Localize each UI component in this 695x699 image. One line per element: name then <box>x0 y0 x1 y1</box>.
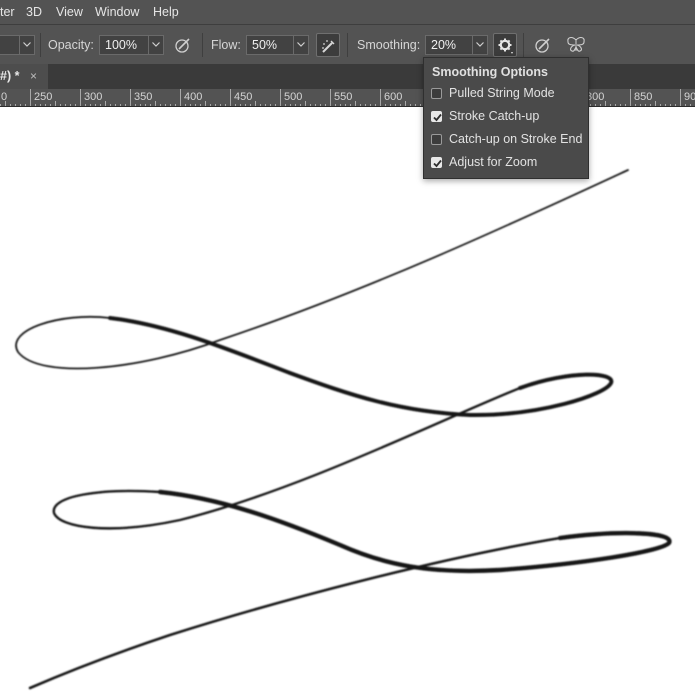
ruler-label: 600 <box>384 91 403 103</box>
close-icon[interactable]: × <box>30 69 37 83</box>
ruler-label: 250 <box>34 91 53 103</box>
menu-3d[interactable]: 3D <box>26 5 42 19</box>
document-tab-title: #) * <box>0 69 20 83</box>
option-pulled-string-mode[interactable]: Pulled String Mode <box>424 84 588 106</box>
checkbox[interactable] <box>431 111 442 122</box>
checkmark-icon <box>433 159 442 168</box>
smoothing-options-title: Smoothing Options <box>432 65 548 79</box>
ruler-label: 850 <box>634 91 653 103</box>
gear-icon <box>498 38 513 54</box>
brush-strokes <box>15 169 672 690</box>
option-label: Catch-up on Stroke End <box>449 132 583 146</box>
separator <box>347 33 348 57</box>
ruler-label: 350 <box>134 91 153 103</box>
checkbox[interactable] <box>431 134 442 145</box>
horizontal-ruler: 0 250 300 350 400 450 500 550 600 800 85… <box>0 89 695 107</box>
chevron-down-icon <box>476 42 484 47</box>
opacity-dropdown[interactable] <box>148 35 164 55</box>
separator <box>40 33 41 57</box>
mode-field[interactable] <box>0 35 20 55</box>
ruler-label: 0 <box>1 91 8 103</box>
pressure-opacity-icon <box>175 38 190 53</box>
flow-input[interactable]: 50% <box>246 35 294 55</box>
symmetry-button[interactable] <box>563 33 587 57</box>
chevron-down-icon <box>152 42 160 47</box>
options-bar: Opacity: 100% Flow: 50% Smoothing: 20% <box>0 24 695 64</box>
brush-stroke <box>108 316 614 418</box>
mode-dropdown[interactable] <box>19 35 35 55</box>
chevron-down-icon <box>297 42 305 47</box>
menu-help[interactable]: Help <box>153 5 179 19</box>
option-catch-up-on-stroke-end[interactable]: Catch-up on Stroke End <box>424 130 588 152</box>
document-tab[interactable]: #) * × <box>0 64 48 89</box>
ruler-label: 500 <box>284 91 303 103</box>
ruler-label: 300 <box>84 91 103 103</box>
smoothing-options-button[interactable] <box>493 33 517 57</box>
option-label: Adjust for Zoom <box>449 155 538 169</box>
pressure-size-button[interactable] <box>531 33 555 57</box>
option-label: Stroke Catch-up <box>449 109 540 123</box>
option-adjust-for-zoom[interactable]: Adjust for Zoom <box>424 153 588 175</box>
brush-stroke <box>28 536 562 690</box>
ruler-label: 550 <box>334 91 353 103</box>
brush-stroke <box>15 169 629 374</box>
menu-view[interactable]: View <box>56 5 83 19</box>
flow-label: Flow: <box>211 38 241 52</box>
brush-stroke <box>52 386 522 547</box>
separator <box>523 33 524 57</box>
pressure-size-icon <box>535 38 550 53</box>
checkbox[interactable] <box>431 157 442 168</box>
pressure-opacity-button[interactable] <box>171 33 195 57</box>
ruler-label: 90 <box>684 91 695 103</box>
airbrush-icon <box>322 40 335 53</box>
opacity-label: Opacity: <box>48 38 94 52</box>
option-stroke-catch-up[interactable]: Stroke Catch-up <box>424 107 588 129</box>
checkbox[interactable] <box>431 88 442 99</box>
ruler-label: 400 <box>184 91 203 103</box>
symmetry-butterfly-icon <box>567 37 585 52</box>
flow-dropdown[interactable] <box>293 35 309 55</box>
chevron-down-icon <box>23 42 31 47</box>
airbrush-button[interactable] <box>316 33 340 57</box>
smoothing-options-menu: Smoothing Options Pulled String Mode Str… <box>423 57 589 179</box>
document-canvas[interactable] <box>0 107 695 694</box>
menu-filter[interactable]: ter <box>0 5 15 19</box>
menu-window[interactable]: Window <box>95 5 139 19</box>
checkmark-icon <box>433 113 442 122</box>
smoothing-input[interactable]: 20% <box>425 35 473 55</box>
option-label: Pulled String Mode <box>449 86 555 100</box>
menu-bar: ter 3D View Window Help <box>0 0 695 24</box>
smoothing-label: Smoothing: <box>357 38 421 52</box>
smoothing-dropdown[interactable] <box>472 35 488 55</box>
separator <box>202 33 203 57</box>
document-tab-bar: #) * × <box>0 64 695 89</box>
ruler-label: 450 <box>234 91 253 103</box>
opacity-input[interactable]: 100% <box>99 35 149 55</box>
